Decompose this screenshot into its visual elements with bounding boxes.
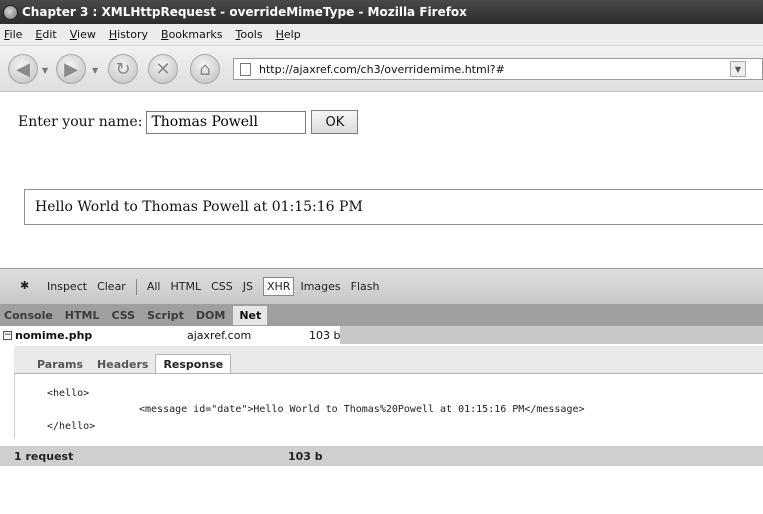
filter-js[interactable]: JS <box>243 280 253 293</box>
subtab-params[interactable]: Params <box>30 355 90 374</box>
menu-history[interactable]: History <box>109 28 148 41</box>
forward-button[interactable]: ▶ <box>56 54 86 84</box>
menu-help[interactable]: Help <box>276 28 301 41</box>
firebug-panel: ✱ Inspect Clear All HTML CSS JS XHR Imag… <box>0 268 763 514</box>
stop-button[interactable]: ✕ <box>148 54 178 84</box>
address-url[interactable]: http://ajaxref.com/ch3/overridemime.html… <box>259 63 505 76</box>
filter-flash[interactable]: Flash <box>351 280 380 293</box>
tab-script[interactable]: Script <box>147 309 184 322</box>
page-icon <box>240 62 251 76</box>
page-content: Enter your name: OK Hello World to Thoma… <box>0 93 763 265</box>
tab-console[interactable]: Console <box>4 309 53 322</box>
firebug-bug-icon[interactable]: ✱ <box>20 279 37 294</box>
name-label: Enter your name: <box>18 114 143 130</box>
inspect-button[interactable]: Inspect <box>47 280 87 293</box>
tab-dom[interactable]: DOM <box>196 309 225 322</box>
address-bar[interactable]: http://ajaxref.com/ch3/overridemime.html… <box>233 58 763 80</box>
response-line: <message id="date">Hello World to Thomas… <box>139 404 585 415</box>
address-dropdown-icon[interactable]: ▼ <box>730 61 746 77</box>
request-row[interactable]: − nomime.php ajaxref.com 103 b <box>0 326 763 344</box>
toolbar-divider <box>135 278 137 295</box>
menu-edit[interactable]: Edit <box>35 28 56 41</box>
menu-view[interactable]: View <box>70 28 96 41</box>
collapse-toggle-icon[interactable]: − <box>3 330 12 340</box>
back-history-dropdown-icon[interactable]: ▼ <box>42 66 48 75</box>
filter-html[interactable]: HTML <box>170 280 201 293</box>
request-count: 1 request <box>14 449 74 463</box>
subtab-response[interactable]: Response <box>155 354 232 374</box>
filter-xhr[interactable]: XHR <box>263 277 295 296</box>
response-line: <hello> <box>47 388 90 399</box>
request-size: 103 b <box>309 328 341 342</box>
forward-history-dropdown-icon[interactable]: ▼ <box>92 66 98 75</box>
filter-all[interactable]: All <box>147 280 161 293</box>
request-subtabs: Params Headers Response <box>30 352 232 374</box>
menu-file[interactable]: File <box>4 28 22 41</box>
request-host: ajaxref.com <box>187 328 252 342</box>
window-title: Chapter 3 : XMLHttpRequest - overrideMim… <box>22 5 467 19</box>
firefox-icon <box>3 4 18 20</box>
filter-images[interactable]: Images <box>300 280 340 293</box>
tab-css[interactable]: CSS <box>111 309 135 322</box>
tab-net[interactable]: Net <box>233 305 268 325</box>
home-button[interactable]: ⌂ <box>190 54 220 84</box>
tab-html[interactable]: HTML <box>65 309 100 322</box>
name-form: Enter your name: OK <box>18 110 359 134</box>
reload-button[interactable]: ↻ <box>108 54 138 84</box>
total-size: 103 b <box>288 449 323 463</box>
name-input[interactable] <box>146 110 307 134</box>
firebug-toolbar: ✱ Inspect Clear All HTML CSS JS XHR Imag… <box>0 268 763 304</box>
net-summary-footer: 1 request 103 b <box>0 446 763 466</box>
subtab-headers[interactable]: Headers <box>90 355 155 374</box>
response-message: Hello World to Thomas Powell at 01:15:16… <box>24 189 763 225</box>
navigation-toolbar: ◀ ▼ ▶ ▼ ↻ ✕ ⌂ http://ajaxref.com/ch3/ove… <box>0 46 763 92</box>
window-titlebar: Chapter 3 : XMLHttpRequest - overrideMim… <box>0 0 763 24</box>
clear-button[interactable]: Clear <box>97 280 126 293</box>
request-file[interactable]: nomime.php <box>15 329 187 342</box>
filter-css[interactable]: CSS <box>211 280 233 293</box>
firebug-tabs: Console HTML CSS Script DOM Net <box>0 304 763 326</box>
menu-bookmarks[interactable]: Bookmarks <box>161 28 222 41</box>
menu-bar: File Edit View History Bookmarks Tools H… <box>0 24 763 46</box>
response-body: <hello> <message id="date">Hello World t… <box>14 374 763 438</box>
response-line: </hello> <box>47 421 96 432</box>
ok-button[interactable]: OK <box>311 110 359 134</box>
back-button[interactable]: ◀ <box>8 54 38 84</box>
menu-tools[interactable]: Tools <box>235 28 262 41</box>
